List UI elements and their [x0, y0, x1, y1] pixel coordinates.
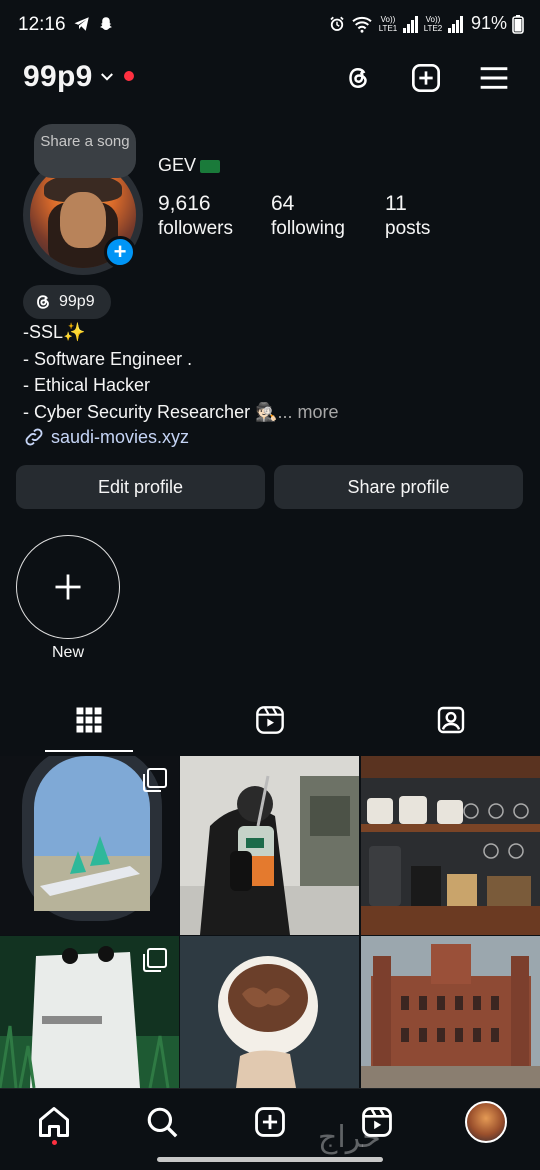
- create-plus-icon: [412, 64, 440, 92]
- search-icon: [147, 1107, 178, 1138]
- threads-button[interactable]: [338, 58, 378, 98]
- tab-tagged[interactable]: [431, 700, 471, 740]
- bio-line: -SSL✨: [23, 322, 86, 342]
- website-link[interactable]: saudi-movies.xyz: [23, 426, 189, 448]
- iced-drink-image: [180, 756, 359, 935]
- saudi-flag-icon: [200, 159, 221, 173]
- battery-percent: 91%: [470, 13, 507, 33]
- bio-line-last: - Cyber Security Researcher 🕵🏻... more: [23, 402, 339, 422]
- create-button[interactable]: [406, 58, 446, 98]
- nav-home[interactable]: [34, 1102, 74, 1142]
- chevron-down-icon[interactable]: [98, 68, 116, 86]
- plus-icon: [55, 574, 81, 600]
- home-activity-dot: [52, 1140, 57, 1145]
- threads-badge[interactable]: 99p9: [23, 285, 111, 319]
- share-profile-button[interactable]: Share profile: [274, 465, 523, 509]
- post-thumbnail[interactable]: [180, 756, 359, 935]
- chocolate-dessert-image: [180, 936, 359, 1088]
- create-icon: [255, 1107, 285, 1137]
- notification-dot: [124, 71, 134, 81]
- home-icon: [39, 1107, 69, 1137]
- menu-button[interactable]: [474, 58, 514, 98]
- new-highlight-button[interactable]: [16, 535, 120, 639]
- historic-palace-image: [361, 936, 540, 1088]
- system-home-bar[interactable]: [157, 1157, 383, 1162]
- watermark-logo: حراج: [318, 1120, 381, 1155]
- nav-profile-avatar[interactable]: [465, 1101, 507, 1143]
- bio-line: - Software Engineer .: [23, 349, 193, 369]
- posts-stat[interactable]: 11 posts: [385, 192, 430, 240]
- followers-stat[interactable]: 9,616 followers: [158, 192, 233, 240]
- telegram-icon: [74, 17, 89, 31]
- active-tab-indicator: [45, 750, 133, 752]
- threads-icon: [349, 67, 367, 89]
- bio-more-link[interactable]: ... more: [278, 402, 339, 422]
- signal-2-icon: [447, 15, 463, 33]
- share-song-prompt[interactable]: Share a song: [34, 124, 136, 178]
- reels-icon: [256, 706, 284, 734]
- status-time: 12:16: [18, 14, 66, 35]
- sim1-label: Vo)) LTE1: [378, 14, 398, 33]
- multiple-photos-icon: [143, 948, 167, 972]
- new-highlight-label: New: [51, 644, 84, 661]
- tagged-icon: [437, 706, 465, 734]
- grid-icon: [76, 707, 102, 733]
- following-stat[interactable]: 64 following: [271, 192, 345, 240]
- battery-icon: [512, 14, 524, 34]
- menu-icon: [480, 67, 508, 89]
- threads-handle: 99p9: [59, 293, 95, 310]
- edit-profile-button[interactable]: Edit profile: [16, 465, 265, 509]
- coffee-shelf-image: [361, 756, 540, 935]
- tab-reels[interactable]: [250, 700, 290, 740]
- multiple-photos-icon: [143, 768, 167, 792]
- account-switcher-username[interactable]: 99p9: [23, 60, 93, 94]
- snapchat-icon: [100, 17, 112, 30]
- threads-icon: [37, 295, 49, 309]
- tab-posts-grid[interactable]: [69, 700, 109, 740]
- display-name: GEV: [158, 155, 221, 176]
- wifi-icon: [352, 16, 372, 33]
- alarm-icon: [330, 16, 344, 31]
- nav-create[interactable]: [250, 1102, 290, 1142]
- link-icon: [25, 428, 43, 446]
- add-story-plus-icon[interactable]: +: [104, 236, 136, 268]
- post-thumbnail[interactable]: [0, 756, 179, 935]
- sim2-label: Vo)) LTE2: [423, 14, 443, 33]
- nav-search[interactable]: [142, 1102, 182, 1142]
- status-bar: 12:16 Vo)) LTE1 Vo)) LTE2 91%: [0, 0, 540, 52]
- bio-line: - Ethical Hacker: [23, 375, 151, 395]
- post-thumbnail[interactable]: [361, 756, 540, 935]
- signal-1-icon: [402, 15, 418, 33]
